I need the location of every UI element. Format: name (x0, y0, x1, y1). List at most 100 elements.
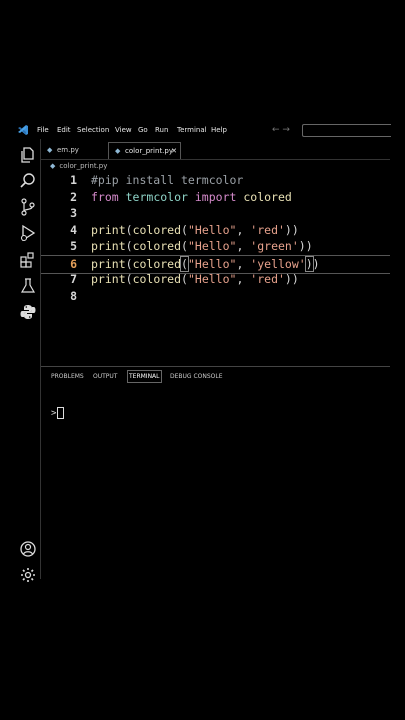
code-token: colored (132, 256, 182, 271)
explorer-icon[interactable] (18, 145, 38, 165)
code-token: , (236, 239, 251, 253)
terminal-cursor (57, 407, 65, 419)
panel-divider (41, 366, 390, 367)
menu-edit[interactable]: Edit (57, 126, 71, 134)
code-token: ( (181, 239, 188, 253)
code-text: print(colored("Hello", 'red')) (91, 222, 299, 239)
line-number: 5 (70, 239, 77, 253)
search-icon[interactable] (18, 171, 38, 191)
code-line[interactable]: 8 (41, 288, 390, 305)
code-token: ( (181, 272, 188, 286)
code-token: ) (304, 255, 314, 272)
editor-tab-bar: ◆ em.py ◆ color_print.py ✕ (41, 142, 390, 159)
python-file-icon: ◆ (50, 162, 56, 170)
code-token: , (236, 272, 251, 286)
code-token: print (91, 239, 126, 253)
extensions-icon[interactable] (18, 250, 38, 270)
menu-view[interactable]: View (115, 126, 132, 134)
code-token: ( (181, 222, 188, 237)
code-token: )) (298, 239, 313, 253)
code-token: "Hello" (187, 272, 237, 286)
code-token: colored (132, 239, 182, 253)
code-token: ( (125, 239, 133, 253)
tab-terminal[interactable]: TERMINAL (127, 370, 162, 383)
python-icon[interactable] (18, 302, 38, 322)
code-token: 'red' (250, 272, 285, 286)
source-control-icon[interactable] (18, 197, 38, 217)
breadcrumb[interactable]: ◆ color_print.py (50, 162, 107, 170)
line-number: 1 (70, 173, 77, 187)
tab-debug-console[interactable]: DEBUG CONSOLE (170, 373, 223, 380)
tab-problems[interactable]: PROBLEMS (51, 373, 84, 380)
close-icon[interactable]: ✕ (171, 143, 177, 160)
account-icon[interactable] (18, 539, 38, 559)
code-line[interactable]: 3 (41, 205, 390, 222)
prompt-symbol: > (51, 408, 57, 419)
tab-output[interactable]: OUTPUT (93, 373, 117, 380)
vscode-logo-icon (18, 125, 28, 135)
code-line[interactable]: 5 print(colored("Hello", 'green')) (41, 238, 390, 255)
code-editor[interactable]: 1 #pip install termcolor 2 from termcolor i… (41, 172, 390, 307)
code-token: ( (125, 222, 133, 237)
code-token: )) (284, 272, 299, 286)
code-token: #pip install termcolor (91, 173, 244, 187)
panel-tab-bar: PROBLEMS OUTPUT TERMINAL DEBUG CONSOLE (41, 368, 390, 386)
code-token: )) (284, 222, 299, 237)
code-token: "Hello" (187, 239, 237, 253)
terminal-prompt[interactable]: > (51, 407, 65, 419)
code-text: from termcolor import colored (91, 189, 292, 206)
menu-selection[interactable]: Selection (77, 126, 109, 134)
code-token: "Hello" (187, 256, 237, 271)
code-line[interactable]: 2 from termcolor import colored (41, 189, 390, 206)
code-line[interactable]: 7 print(colored("Hello", 'red')) (41, 271, 390, 288)
settings-gear-icon[interactable] (18, 565, 38, 585)
code-token: 'green' (250, 239, 299, 253)
code-token: colored (132, 272, 182, 286)
code-token: 'yellow' (250, 256, 306, 271)
code-token: print (91, 256, 126, 271)
code-token: , (236, 222, 251, 237)
code-token: ) (312, 256, 320, 271)
activity-bar (0, 139, 41, 582)
tab-color-print-py[interactable]: ◆ color_print.py ✕ (108, 142, 181, 159)
python-file-icon: ◆ (47, 146, 53, 154)
line-number: 6 (70, 256, 77, 271)
code-token: colored (243, 189, 292, 204)
code-token: ( (180, 255, 189, 272)
line-number: 7 (70, 272, 77, 286)
tab-label: color_print.py (125, 147, 173, 155)
code-line[interactable]: 4 print(colored("Hello", 'red')) (41, 222, 390, 239)
menu-terminal[interactable]: Terminal (177, 126, 207, 134)
code-token: 'red' (250, 222, 285, 237)
code-text: print(colored("Hello", 'yellow')) (91, 255, 320, 273)
command-center-search[interactable] (302, 124, 391, 137)
nav-arrows[interactable]: ← → (272, 125, 290, 135)
line-number: 3 (70, 206, 77, 220)
menu-bar: File Edit Selection View Go Run Terminal… (0, 121, 391, 139)
code-token: , (236, 256, 251, 271)
breadcrumb-file: color_print.py (59, 162, 108, 170)
python-file-icon: ◆ (115, 147, 121, 155)
code-token: import (194, 189, 244, 204)
code-token: ( (125, 272, 133, 286)
line-number: 2 (70, 189, 77, 204)
code-token: ( (125, 256, 133, 271)
code-token: colored (132, 222, 182, 237)
menu-go[interactable]: Go (138, 126, 148, 134)
run-debug-icon[interactable] (18, 223, 38, 243)
code-token: print (91, 222, 126, 237)
code-token: termcolor (125, 189, 195, 204)
tab-label: em.py (57, 146, 79, 154)
tab-em-py[interactable]: ◆ em.py (41, 142, 105, 159)
code-line[interactable]: 1 #pip install termcolor (41, 172, 390, 189)
line-number: 8 (70, 288, 77, 303)
testing-icon[interactable] (18, 276, 38, 296)
code-token: "Hello" (187, 222, 237, 237)
menu-file[interactable]: File (37, 126, 49, 134)
code-text: print(colored("Hello", 'red')) (91, 271, 299, 288)
menu-run[interactable]: Run (155, 126, 168, 134)
code-token: print (91, 272, 126, 286)
menu-help[interactable]: Help (211, 126, 227, 134)
code-token: from (91, 189, 126, 204)
code-text: #pip install termcolor (91, 172, 243, 189)
